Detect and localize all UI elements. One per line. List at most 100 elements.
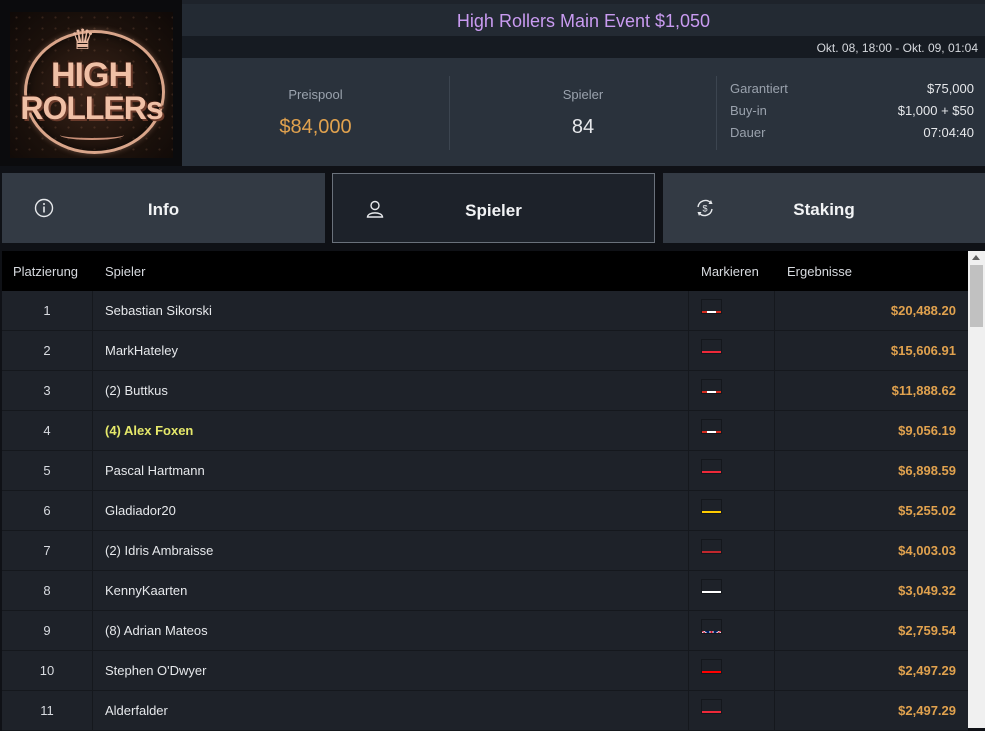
tab-info[interactable]: Info [2,173,325,243]
scroll-up-arrow-icon[interactable] [972,255,980,260]
table-row[interactable]: 9 (8) Adrian Mateos $2,759.54 [2,611,968,651]
high-rollers-logo: ♛ HIGH ROLLERs [10,12,173,158]
flag-at-icon [702,460,721,473]
place-cell: 10 [2,651,93,690]
player-name[interactable]: (2) Buttkus [105,371,168,410]
place-cell: 4 [2,411,93,450]
result-value: $15,606.91 [890,343,956,358]
table-row[interactable]: 5 Pascal Hartmann $6,898.59 [2,451,968,491]
table-row[interactable]: 6 Gladiador20 $5,255.02 [2,491,968,531]
player-name[interactable]: (8) Adrian Mateos [105,611,208,650]
scrollbar-thumb[interactable] [970,265,983,327]
table-row[interactable]: 4 (4) Alex Foxen $9,056.19 [2,411,968,451]
buyin-label: Buy-in [730,103,767,118]
mark-cell[interactable] [688,371,775,410]
player-name[interactable]: MarkHateley [105,331,178,370]
mark-cell[interactable] [688,451,775,490]
result-value: $2,497.29 [898,663,956,678]
tournament-header: ♛ HIGH ROLLERs High Rollers Main Event $… [0,0,985,166]
crown-icon: ♛ [70,24,96,55]
result-value: $6,898.59 [898,463,956,478]
result-value: $2,759.54 [898,623,956,638]
result-value: $9,056.19 [898,423,956,438]
flag-pl-icon [702,580,721,593]
tab-info-label: Info [147,200,180,219]
flag-ve-icon [702,500,721,513]
results-table-body: 1 Sebastian Sikorski $20,488.20 2 MarkHatele… [2,291,968,731]
table-row[interactable]: 2 MarkHateley $15,606.91 [2,331,968,371]
duration-label: Dauer [730,125,766,140]
mark-cell[interactable] [688,571,775,610]
players-stat: Spieler 84 [450,58,716,166]
player-name[interactable]: KennyKaarten [105,571,187,610]
flag-ma-icon [702,540,721,553]
flag-ca-icon [702,420,721,433]
table-row[interactable]: 10 Stephen O'Dwyer $2,497.29 [2,651,968,691]
guaranteed-value: $75,000 [927,81,974,96]
prize-pool-stat: Preispool $84,000 [182,58,449,166]
flag-at-icon [702,700,721,713]
table-row[interactable]: 8 KennyKaarten $3,049.32 [2,571,968,611]
header-player[interactable]: Spieler [105,264,145,279]
header-result[interactable]: Ergebnisse [787,264,852,279]
tab-staking-label: Staking [793,200,855,219]
result-value: $5,255.02 [898,503,956,518]
mark-cell[interactable] [688,531,775,570]
results-table-header: Platzierung Spieler Markieren Ergebnisse [2,251,968,291]
mark-cell[interactable] [688,331,775,370]
header-place[interactable]: Platzierung [13,264,78,279]
result-value: $20,488.20 [890,303,956,318]
place-cell: 6 [2,491,93,530]
mark-cell[interactable] [688,651,775,690]
table-row[interactable]: 1 Sebastian Sikorski $20,488.20 [2,291,968,331]
logo-container: ♛ HIGH ROLLERs [0,0,182,166]
mark-cell[interactable] [688,691,775,730]
place-cell: 3 [2,371,93,410]
prize-pool-label: Preispool [288,87,343,102]
flag-at-icon [702,340,721,353]
place-cell: 11 [2,691,93,730]
duration-value: 07:04:40 [923,125,974,140]
flag-ca-icon [702,300,721,313]
stats-panel: Preispool $84,000 Spieler 84 Garantiert … [182,58,985,166]
guaranteed-label: Garantiert [730,81,788,96]
flag-ca-icon [702,380,721,393]
tab-spieler[interactable]: Spieler [332,173,655,243]
table-row[interactable]: 3 (2) Buttkus $11,888.62 [2,371,968,411]
player-name[interactable]: Gladiador20 [105,491,176,530]
place-cell: 2 [2,331,93,370]
mark-cell[interactable] [688,611,775,650]
player-name[interactable]: Pascal Hartmann [105,451,205,490]
table-row[interactable]: 7 (2) Idris Ambraisse $4,003.03 [2,531,968,571]
player-name[interactable]: Sebastian Sikorski [105,291,212,330]
result-value: $3,049.32 [898,583,956,598]
mark-cell[interactable] [688,411,775,450]
player-name[interactable]: (4) Alex Foxen [105,411,193,450]
place-cell: 7 [2,531,93,570]
result-value: $4,003.03 [898,543,956,558]
mark-cell[interactable] [688,291,775,330]
players-value: 84 [571,116,595,138]
header-mark[interactable]: Markieren [701,264,759,279]
title-bar: High Rollers Main Event $1,050 [182,4,985,36]
player-name[interactable]: Stephen O'Dwyer [105,651,206,690]
divider [716,76,717,150]
player-name[interactable]: (2) Idris Ambraisse [105,531,213,570]
tournament-dates: Okt. 08, 18:00 - Okt. 09, 01:04 [816,41,978,55]
place-cell: 5 [2,451,93,490]
place-cell: 1 [2,291,93,330]
result-value: $11,888.62 [891,383,956,398]
prize-pool-value: $84,000 [279,116,352,138]
result-value: $2,497.29 [898,703,956,718]
table-row[interactable]: 11 Alderfalder $2,497.29 [2,691,968,731]
dates-bar: Okt. 08, 18:00 - Okt. 09, 01:04 [182,36,985,58]
mark-cell[interactable] [688,491,775,530]
logo-text-line2: ROLLERs [20,90,163,126]
place-cell: 8 [2,571,93,610]
scrollbar[interactable] [968,251,985,728]
flag-hr-icon [702,660,721,673]
player-name[interactable]: Alderfalder [105,691,168,730]
flag-gb-icon [702,620,721,633]
tab-staking[interactable]: $ Staking [663,173,985,243]
buyin-value: $1,000 + $50 [897,103,974,118]
